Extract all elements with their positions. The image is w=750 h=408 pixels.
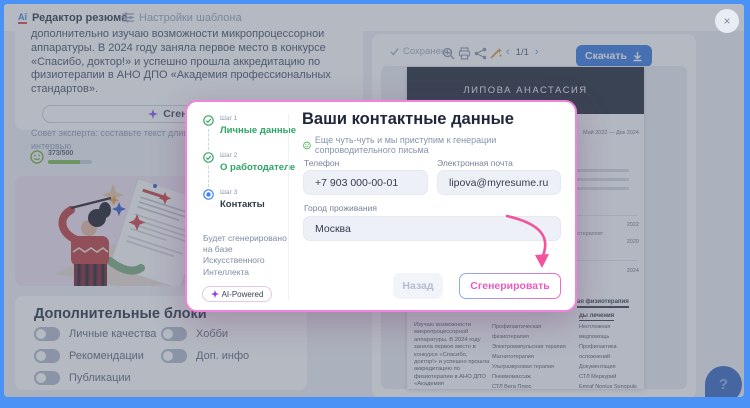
- generate-button[interactable]: Сгенерировать: [459, 273, 561, 299]
- contact-data-modal: Шаг 1 Личные данные Шаг 2 О работодателе…: [185, 100, 577, 312]
- ai-powered-badge: AI-Powered: [202, 286, 272, 302]
- app-window: дополнительно изучаю возможности микропр…: [4, 4, 744, 397]
- step-number: Шаг 1: [220, 115, 238, 122]
- close-icon: ×: [723, 14, 731, 28]
- smiley-icon: [303, 141, 311, 149]
- modal-subtitle-text: Еще чуть-чуть и мы приступим к генерации…: [314, 135, 497, 155]
- back-button[interactable]: Назад: [393, 273, 443, 299]
- step-connector: [208, 166, 209, 187]
- ai-powered-label: AI-Powered: [221, 289, 264, 299]
- email-label: Электронная почта: [437, 158, 513, 168]
- step-number: Шаг 2: [220, 152, 238, 159]
- email-field[interactable]: [437, 170, 561, 195]
- step-connector: [208, 129, 209, 150]
- ai-generation-note: Будет сгенерировано на базе Искусственно…: [203, 233, 287, 277]
- generate-label: Сгенерировать: [470, 280, 550, 292]
- modal-divider: [288, 114, 289, 300]
- modal-subtitle: Еще чуть-чуть и мы приступим к генерации…: [303, 135, 575, 155]
- step-contacts[interactable]: Контакты: [220, 199, 265, 210]
- modal-title: Ваши контактные данные: [302, 110, 514, 128]
- step-number: Шаг 3: [220, 189, 238, 196]
- back-label: Назад: [402, 280, 434, 292]
- city-label: Город проживания: [304, 203, 377, 213]
- phone-label: Телефон: [304, 158, 340, 168]
- step-personal-data[interactable]: Личные данные: [220, 125, 296, 136]
- close-button[interactable]: ×: [715, 9, 739, 33]
- step-current-icon: [203, 189, 214, 200]
- sparkle-icon: [210, 290, 219, 298]
- step-done-icon: [203, 115, 214, 126]
- city-field[interactable]: [303, 216, 561, 241]
- step-employer[interactable]: О работодателе: [220, 162, 295, 173]
- phone-field[interactable]: [303, 170, 428, 195]
- step-done-icon: [203, 152, 214, 163]
